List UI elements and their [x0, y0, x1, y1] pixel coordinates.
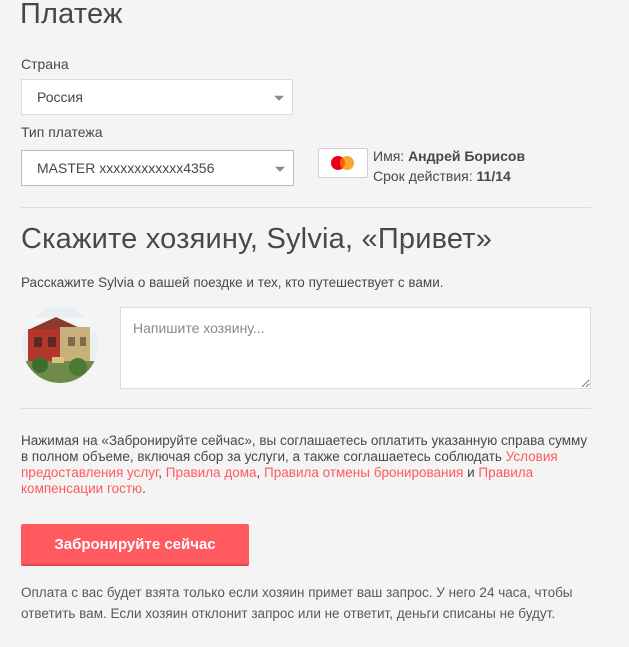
- link-cancellation-policy[interactable]: Правила отмены бронирования: [264, 465, 463, 480]
- terms-end: .: [142, 481, 146, 496]
- host-message-title: Скажите хозяину, Sylvia, «Привет»: [21, 223, 493, 255]
- card-expiry-line: Срок действия: 11/14: [373, 168, 511, 184]
- terms-and: и: [463, 465, 479, 480]
- payment-type-label: Тип платежа: [21, 124, 103, 140]
- host-message-description: Расскажите Sylvia о вашей поездке и тех,…: [21, 275, 444, 290]
- link-house-rules[interactable]: Правила дома: [166, 465, 257, 480]
- terms-separator: ,: [158, 465, 166, 480]
- country-label: Страна: [21, 56, 69, 72]
- card-name-value: Андрей Борисов: [408, 148, 526, 164]
- card-expiry-label: Срок действия:: [373, 168, 473, 184]
- host-message-input[interactable]: [120, 307, 591, 389]
- payment-type-value: MASTER xxxxxxxxxxxx4356: [37, 160, 215, 176]
- card-expiry-value: 11/14: [476, 168, 511, 184]
- page-title: Платеж: [20, 0, 123, 30]
- mastercard-icon: [318, 148, 368, 178]
- chevron-down-icon: [274, 95, 284, 101]
- divider: [21, 408, 591, 409]
- payment-type-select[interactable]: MASTER xxxxxxxxxxxx4356: [21, 150, 294, 186]
- card-name-label: Имя:: [373, 148, 405, 164]
- country-value: Россия: [37, 89, 83, 105]
- terms-separator: ,: [256, 465, 265, 480]
- country-select[interactable]: Россия: [21, 79, 293, 115]
- payment-note: Оплата с вас будет взята только если хоз…: [21, 585, 573, 621]
- host-avatar: [22, 307, 98, 383]
- book-now-button[interactable]: Забронируйте сейчас: [21, 524, 249, 566]
- divider: [21, 207, 591, 208]
- terms-text-before: Нажимая на «Забронируйте сейчас», вы сог…: [21, 433, 588, 464]
- card-name-line: Имя: Андрей Борисов: [373, 148, 525, 164]
- chevron-down-icon: [275, 166, 285, 172]
- terms-text: Нажимая на «Забронируйте сейчас», вы сог…: [21, 433, 591, 497]
